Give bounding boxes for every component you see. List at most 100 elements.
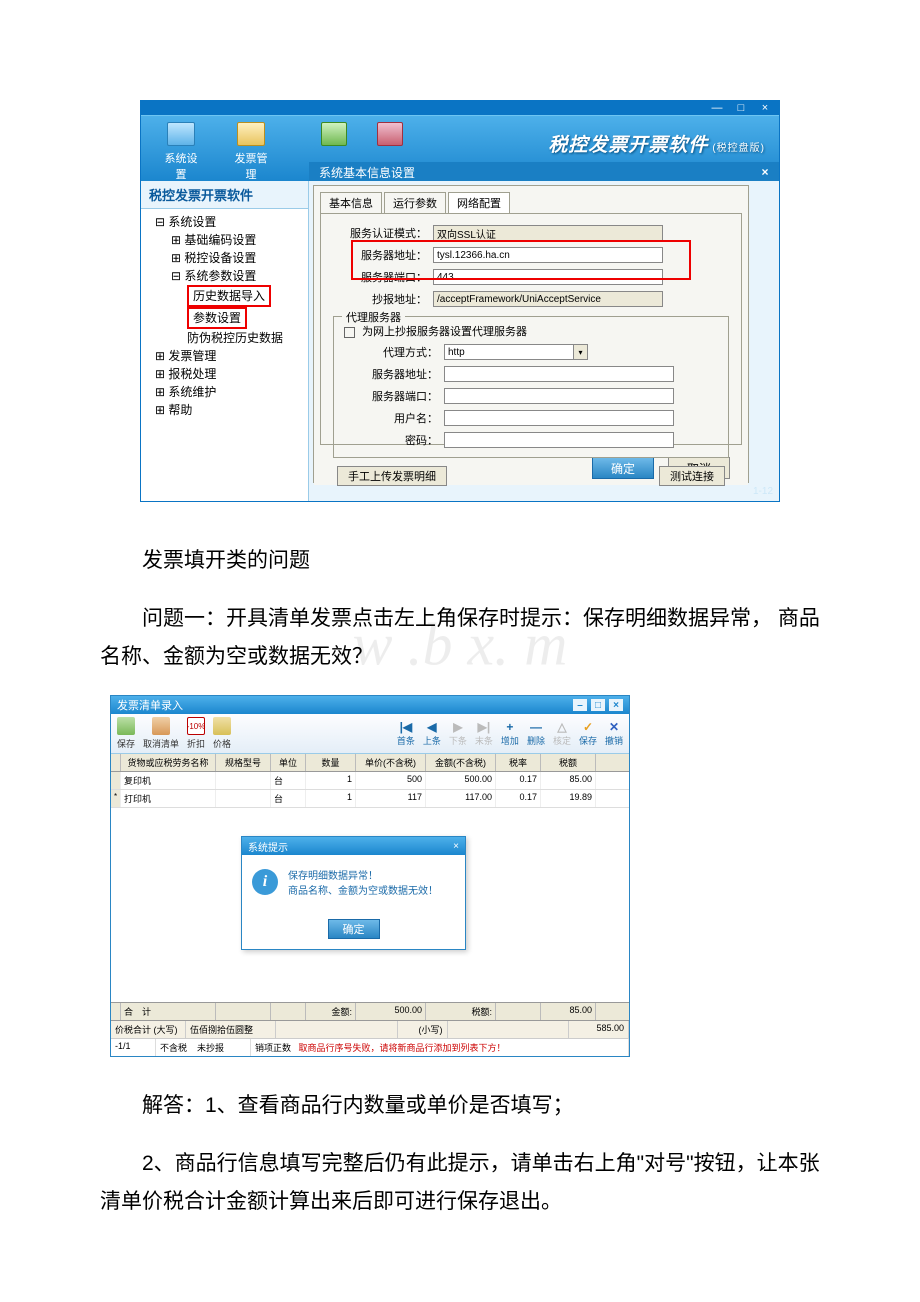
label-proxy-user: 用户名：	[344, 410, 444, 426]
status-page: -1/1	[111, 1039, 156, 1056]
nav-label: 下条	[449, 734, 467, 747]
label-server-addr: 服务器地址：	[333, 247, 433, 263]
footer-sum-label: 合 计	[121, 1003, 216, 1020]
tree-node-system[interactable]: ⊟ 系统设置	[147, 213, 302, 231]
status-error-msg: 取商品行序号失败，请将新商品行添加到列表下方！	[299, 1043, 506, 1053]
save-button[interactable]: 保存	[117, 717, 135, 750]
icon-label: 发票管理	[235, 153, 268, 181]
tabs: 基本信息 运行参数 网络配置	[314, 186, 748, 213]
table-cell: 0.17	[496, 772, 541, 789]
prompt-title: 系统提示	[248, 839, 288, 854]
brand-title: 税控发票开票软件(税控盘版)	[548, 130, 765, 157]
tab-basic[interactable]: 基本信息	[320, 192, 382, 213]
table-cell	[216, 790, 271, 807]
section-title: 发票填开类的问题	[100, 542, 820, 580]
footer-tax-label: 税额:	[426, 1003, 496, 1020]
nav-prev[interactable]: ◀上条	[423, 720, 441, 747]
table-cell: 复印机	[121, 772, 216, 789]
input-server-port[interactable]: 443	[433, 269, 663, 285]
tool-label: 保存	[117, 737, 135, 750]
input-proxy-pass[interactable]	[444, 432, 674, 448]
test-connection-button[interactable]: 测试连接	[659, 466, 725, 486]
column-header: 单位	[271, 754, 306, 771]
content-area: 基本信息 运行参数 网络配置 服务认证模式： 双向SSL认证 服务器地址： ty…	[309, 181, 779, 501]
prompt-close-button[interactable]: ×	[453, 841, 459, 852]
input-proxy-addr[interactable]	[444, 366, 674, 382]
sub-window-title: 系统基本信息设置 ×	[309, 162, 779, 182]
tab-runtime[interactable]: 运行参数	[384, 192, 446, 213]
nav-label: 增加	[501, 734, 519, 747]
label-proxy-mode: 代理方式：	[344, 344, 444, 360]
tree-node[interactable]: ⊞ 报税处理	[147, 365, 302, 383]
answer-line-2: 2、商品行信息填写完整后仍有此提示，请单击右上角"对号"按钮，让本张清单价税合计…	[100, 1145, 820, 1221]
invoice-software-window: — □ × 系统设置 发票管理 税控发票开票软件(税控盘版)	[140, 100, 780, 502]
table-cell: 85.00	[541, 772, 596, 789]
table-row[interactable]: 复印机台1500500.000.1785.00	[111, 772, 629, 790]
column-header: 税率	[496, 754, 541, 771]
label-proxy-pass: 密码：	[344, 432, 444, 448]
table-cell: 1	[306, 772, 356, 789]
nav-next: ▶下条	[449, 720, 467, 747]
grid-body: 复印机台1500500.000.1785.00*打印机台1117117.000.…	[111, 772, 629, 1002]
nav-confirm[interactable]: ✓保存	[579, 720, 597, 747]
table-cell	[111, 772, 121, 789]
input-server-addr[interactable]: tysl.12366.ha.cn	[433, 247, 663, 263]
close-button[interactable]: ×	[609, 699, 623, 711]
table-cell: 500.00	[426, 772, 496, 789]
table-cell	[216, 772, 271, 789]
nav-first[interactable]: |◀首条	[397, 720, 415, 747]
discount-button[interactable]: -10%折扣	[187, 717, 205, 750]
settings-dialog: 基本信息 运行参数 网络配置 服务认证模式： 双向SSL认证 服务器地址： ty…	[313, 185, 749, 483]
label-tax-addr: 抄报地址：	[333, 291, 433, 307]
nav-label: 撤销	[605, 734, 623, 747]
select-proxy-mode[interactable]: http	[444, 344, 574, 360]
tree-node[interactable]: 历史数据导入	[147, 285, 302, 307]
invoice-manage-icon[interactable]: 发票管理	[231, 122, 271, 182]
nav-void[interactable]: ✕撤销	[605, 720, 623, 747]
tree-node[interactable]: ⊞ 帮助	[147, 401, 302, 419]
table-cell: 台	[271, 772, 306, 789]
prompt-ok-button[interactable]: 确定	[328, 919, 380, 939]
column-header: 货物或应税劳务名称	[121, 754, 216, 771]
field-auth-mode: 双向SSL认证	[433, 225, 663, 241]
tree-node[interactable]: ⊞ 发票管理	[147, 347, 302, 365]
nav-delete[interactable]: —删除	[527, 720, 545, 747]
tree-node[interactable]: ⊞ 税控设备设置	[147, 249, 302, 267]
nav-add[interactable]: +增加	[501, 720, 519, 747]
window-titlebar: — □ ×	[141, 101, 779, 115]
upload-detail-button[interactable]: 手工上传发票明细	[337, 466, 447, 486]
tree-node-params[interactable]: ⊟ 系统参数设置	[147, 267, 302, 285]
input-proxy-port[interactable]	[444, 388, 674, 404]
nav-label: 上条	[423, 734, 441, 747]
version-label: 1-12	[753, 486, 773, 497]
input-proxy-user[interactable]	[444, 410, 674, 426]
chevron-down-icon[interactable]: ▾	[574, 344, 588, 360]
tree-node-param-setting[interactable]: 参数设置	[147, 307, 302, 329]
minimize-button[interactable]: —	[709, 102, 725, 114]
tab-network[interactable]: 网络配置	[448, 192, 510, 213]
column-header: 税额	[541, 754, 596, 771]
tool-label: 取消清单	[143, 737, 179, 750]
system-settings-icon[interactable]: 系统设置	[161, 122, 201, 182]
tool-icon[interactable]	[377, 122, 403, 146]
table-row[interactable]: *打印机台1117117.000.1719.89	[111, 790, 629, 808]
cancel-list-button[interactable]: 取消清单	[143, 717, 179, 750]
column-header	[111, 754, 121, 771]
sub-close-button[interactable]: ×	[755, 165, 775, 179]
grid-header: 货物或应税劳务名称规格型号单位数量单价(不含税)金额(不含税)税率税额	[111, 754, 629, 772]
tree-node[interactable]: ⊞ 基础编码设置	[147, 231, 302, 249]
table-cell: 117.00	[426, 790, 496, 807]
minimize-button[interactable]: –	[573, 699, 587, 711]
close-button[interactable]: ×	[757, 102, 773, 114]
nav-label: 保存	[579, 734, 597, 747]
tree-node[interactable]: 防伪税控历史数据	[147, 329, 302, 347]
total-lower: 585.00	[569, 1021, 629, 1038]
label-proxy-addr: 服务器地址：	[344, 366, 444, 382]
maximize-button[interactable]: □	[733, 102, 749, 114]
maximize-button[interactable]: □	[591, 699, 605, 711]
proxy-checkbox[interactable]	[344, 327, 355, 338]
price-button[interactable]: 价格	[213, 717, 231, 750]
green-icon[interactable]	[321, 122, 347, 146]
tree-node[interactable]: ⊞ 系统维护	[147, 383, 302, 401]
list-toolbar: 保存取消清单-10%折扣价格 |◀首条◀上条▶下条▶|末条+增加—删除△核定✓保…	[111, 714, 629, 754]
